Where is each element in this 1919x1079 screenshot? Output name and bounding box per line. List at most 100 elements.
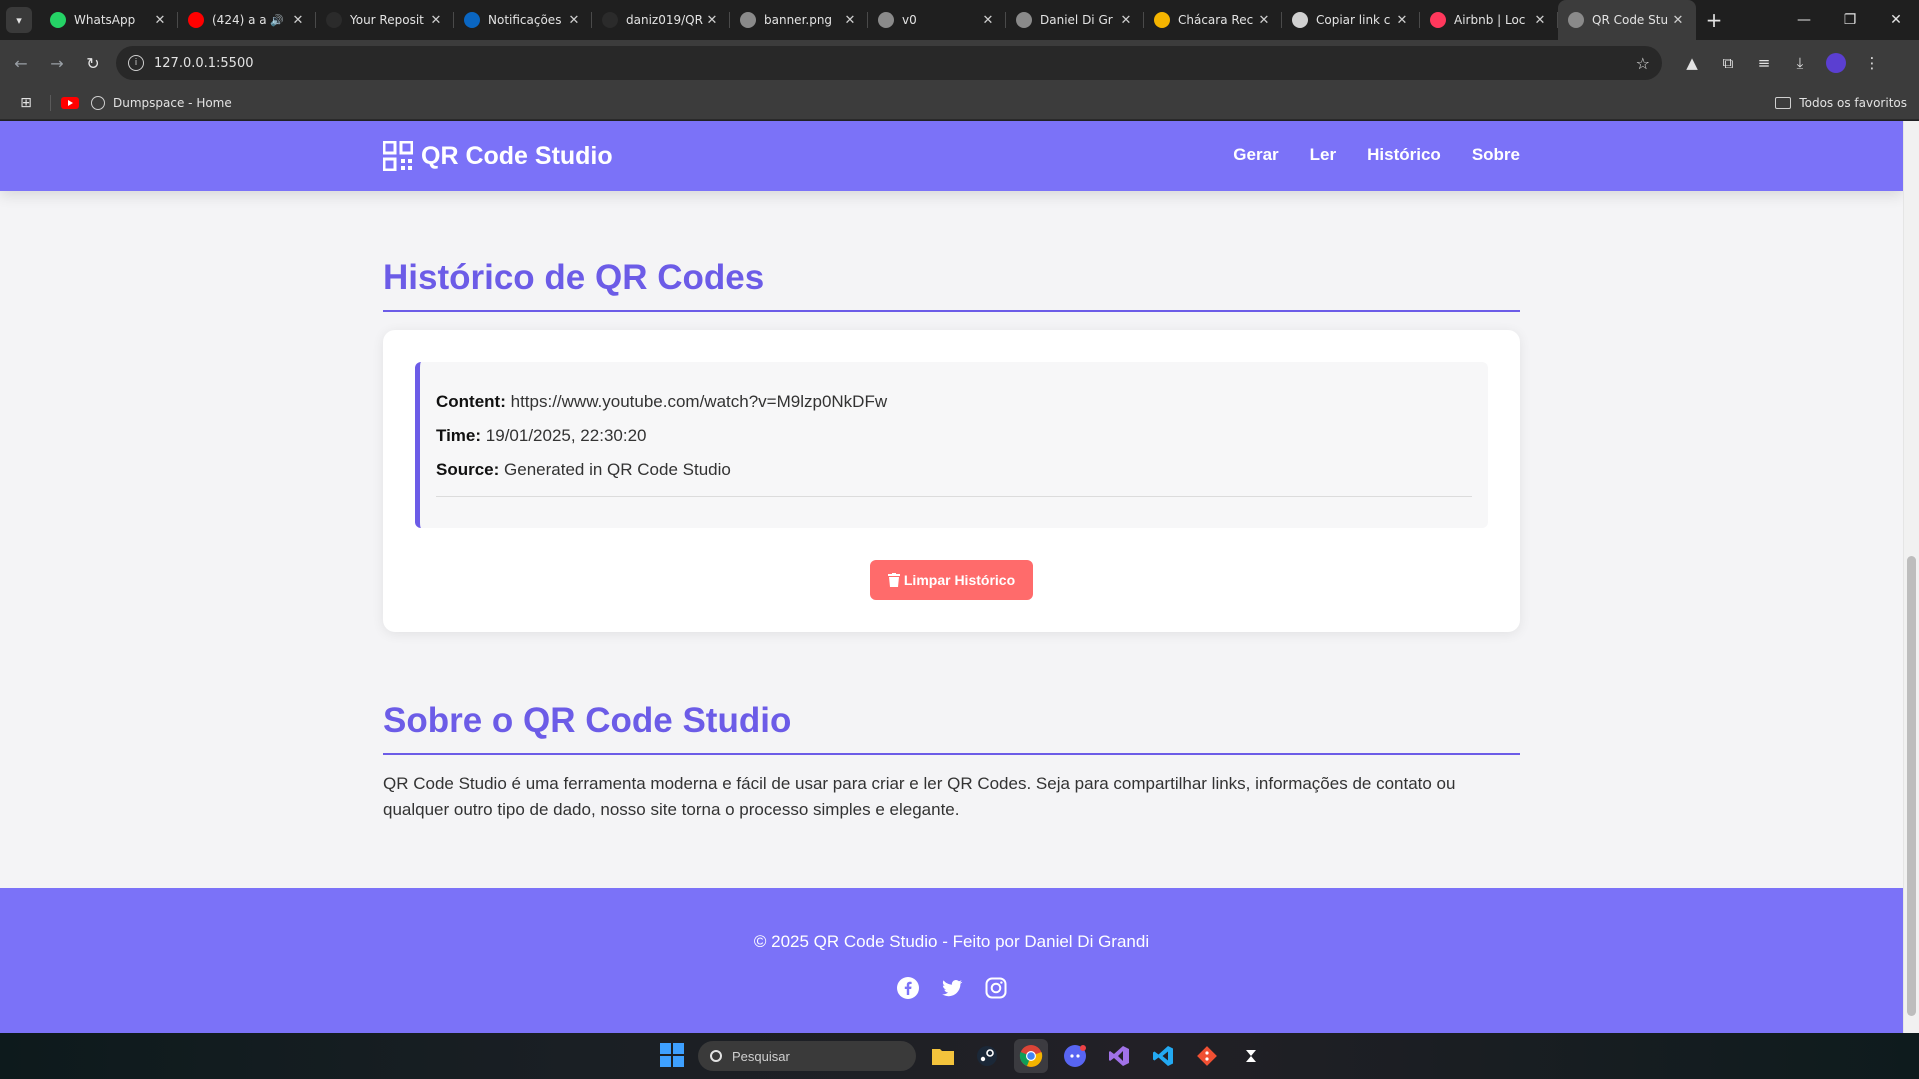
close-tab-icon[interactable]: ✕: [1118, 13, 1134, 28]
all-bookmarks-label: Todos os favoritos: [1799, 95, 1907, 110]
browser-tab[interactable]: Your Reposit ✕: [316, 0, 454, 40]
close-tab-icon[interactable]: ✕: [290, 13, 306, 28]
youtube-icon: [188, 12, 204, 28]
browser-tab[interactable]: v0 ✕: [868, 0, 1006, 40]
source-label: Source:: [436, 460, 500, 479]
bookmark-dumpspace[interactable]: Dumpspace - Home: [113, 96, 232, 110]
taskbar-search-placeholder: Pesquisar: [732, 1048, 790, 1064]
forward-button[interactable]: →: [42, 48, 72, 78]
source-value: Generated in QR Code Studio: [504, 460, 731, 479]
clear-history-button[interactable]: Limpar Histórico: [870, 560, 1033, 600]
close-tab-icon[interactable]: ✕: [842, 13, 858, 28]
close-tab-icon[interactable]: ✕: [1256, 13, 1272, 28]
arrow-right-icon: →: [50, 53, 64, 73]
close-tab-icon[interactable]: ✕: [152, 13, 168, 28]
nav-ler[interactable]: Ler: [1310, 145, 1336, 165]
new-tab-button[interactable]: +: [1700, 6, 1728, 34]
browser-tab[interactable]: Chácara Rec ✕: [1144, 0, 1282, 40]
nav-gerar[interactable]: Gerar: [1233, 145, 1278, 165]
toolbar-icons: ▲ ⧉ ≡ ⤓ ⋮: [1674, 48, 1890, 78]
minimize-button[interactable]: —: [1781, 0, 1827, 40]
browser-tab[interactable]: daniz019/QR ✕: [592, 0, 730, 40]
trash-icon: [887, 573, 900, 587]
terminal-app-icon[interactable]: [1234, 1039, 1268, 1073]
nav-historico[interactable]: Histórico: [1367, 145, 1441, 165]
globe-icon: [878, 12, 894, 28]
back-button[interactable]: ←: [6, 48, 36, 78]
close-tab-icon[interactable]: ✕: [566, 13, 582, 28]
site-info-icon[interactable]: i: [128, 55, 144, 71]
extensions-puzzle-icon[interactable]: ⧉: [1710, 48, 1746, 78]
file-explorer-icon[interactable]: [926, 1039, 960, 1073]
apps-grid-icon[interactable]: ⊞: [12, 95, 40, 111]
close-tab-icon[interactable]: ✕: [1670, 13, 1686, 28]
tab-label: Chácara Rec: [1178, 13, 1254, 27]
window-controls: — ❐ ✕: [1781, 0, 1919, 40]
media-controls-icon[interactable]: ≡: [1746, 48, 1782, 78]
start-button[interactable]: [660, 1043, 684, 1067]
facebook-icon[interactable]: [896, 976, 920, 1000]
browser-tab[interactable]: banner.png ✕: [730, 0, 868, 40]
history-title: Histórico de QR Codes: [383, 258, 1520, 312]
menu-kebab-icon[interactable]: ⋮: [1854, 48, 1890, 78]
clear-history-label: Limpar Histórico: [903, 572, 1016, 588]
visual-studio-icon[interactable]: [1102, 1039, 1136, 1073]
close-tab-icon[interactable]: ✕: [980, 13, 996, 28]
address-url: 127.0.0.1:5500: [154, 55, 254, 71]
taskbar-search[interactable]: Pesquisar: [698, 1041, 916, 1071]
close-tab-icon[interactable]: ✕: [1394, 13, 1410, 28]
tab-label: Daniel Di Gr: [1040, 13, 1113, 27]
history-card: Content: https://www.youtube.com/watch?v…: [383, 330, 1520, 632]
tab-label: daniz019/QR: [626, 13, 703, 27]
tab-search-button[interactable]: ▾: [6, 7, 32, 33]
vscode-icon[interactable]: [1146, 1039, 1180, 1073]
browser-tab[interactable]: Notificações ✕: [454, 0, 592, 40]
discord-icon[interactable]: [1058, 1039, 1092, 1073]
profile-avatar[interactable]: [1826, 53, 1846, 73]
bookmarks-bar: ⊞ Dumpspace - Home Todos os favoritos: [0, 86, 1919, 120]
content-value: https://www.youtube.com/watch?v=M9lzp0Nk…: [510, 392, 888, 411]
git-icon[interactable]: [1190, 1039, 1224, 1073]
site-brand[interactable]: QR Code Studio: [383, 141, 613, 171]
chrome-icon[interactable]: [1014, 1039, 1048, 1073]
about-text: QR Code Studio é uma ferramenta moderna …: [383, 774, 1456, 819]
steam-icon[interactable]: [970, 1039, 1004, 1073]
scrollbar-thumb[interactable]: [1907, 556, 1916, 1016]
browser-tab[interactable]: (424) a a 🔊 ✕: [178, 0, 316, 40]
content-label: Content:: [436, 392, 506, 411]
bookmark-star-icon[interactable]: ☆: [1636, 54, 1650, 73]
windows-taskbar: Pesquisar: [0, 1033, 1919, 1079]
page-scrollbar[interactable]: [1903, 121, 1919, 1033]
tab-label: (424) a a: [212, 13, 267, 27]
close-tab-icon[interactable]: ✕: [704, 13, 720, 28]
close-tab-icon[interactable]: ✕: [1532, 13, 1548, 28]
browser-tab[interactable]: QR Code Stu ✕: [1558, 0, 1696, 40]
close-tab-icon[interactable]: ✕: [428, 13, 444, 28]
youtube-icon[interactable]: [61, 96, 79, 109]
browser-tab[interactable]: Copiar link c ✕: [1282, 0, 1420, 40]
all-bookmarks[interactable]: Todos os favoritos: [1775, 96, 1907, 110]
nav-sobre[interactable]: Sobre: [1472, 145, 1520, 165]
address-bar[interactable]: i 127.0.0.1:5500 ☆: [116, 46, 1662, 80]
tab-label: v0: [902, 13, 917, 27]
browser-tab[interactable]: Daniel Di Gr ✕: [1006, 0, 1144, 40]
globe-icon: [1568, 12, 1584, 28]
browser-tab[interactable]: Airbnb | Loc ✕: [1420, 0, 1558, 40]
instagram-icon[interactable]: [984, 976, 1008, 1000]
arrow-left-icon: ←: [14, 53, 28, 73]
tab-label: Notificações: [488, 13, 562, 27]
extension-triangle-icon[interactable]: ▲: [1674, 48, 1710, 78]
close-window-button[interactable]: ✕: [1873, 0, 1919, 40]
whatsapp-icon: [50, 12, 66, 28]
browser-tab[interactable]: WhatsApp ✕: [40, 0, 178, 40]
site-nav: Gerar Ler Histórico Sobre: [1202, 145, 1520, 165]
speaker-icon[interactable]: 🔊: [270, 14, 284, 27]
reload-button[interactable]: ↻: [78, 48, 108, 78]
downloads-icon[interactable]: ⤓: [1782, 48, 1818, 78]
linkedin-icon: [464, 12, 480, 28]
reload-icon: ↻: [86, 53, 100, 73]
restore-button[interactable]: ❐: [1827, 0, 1873, 40]
browser-tabstrip: ▾ WhatsApp ✕ (424) a a 🔊 ✕ Your Reposit ✕ Notif…: [0, 0, 1919, 40]
tab-label: Your Reposit: [350, 13, 424, 27]
twitter-icon[interactable]: [940, 976, 964, 1000]
